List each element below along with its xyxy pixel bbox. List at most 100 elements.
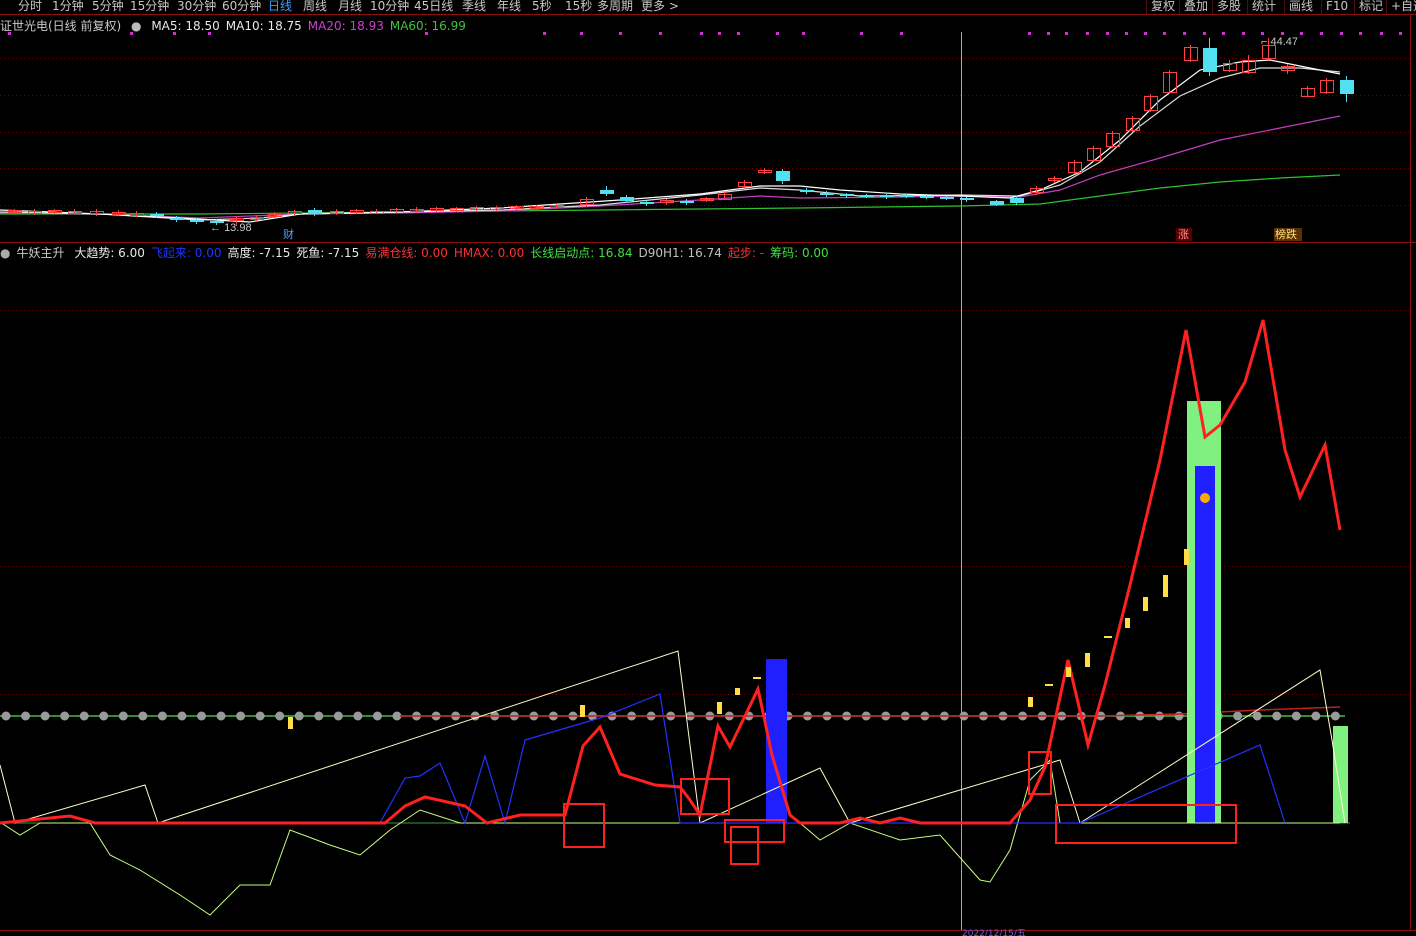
signal-mark — [1125, 618, 1130, 628]
candle-body-down — [940, 197, 954, 199]
indicator-name[interactable]: 牛妖主升 — [16, 246, 64, 260]
signal-dot — [1028, 32, 1031, 35]
toolbar-button[interactable]: 叠加 — [1184, 0, 1208, 13]
toolbar-button[interactable]: 画线 — [1289, 0, 1313, 13]
green-bar — [1333, 726, 1348, 823]
candle-body-down — [800, 190, 814, 192]
chart-canvas[interactable]: ⌐ 44.47 ← 13.98 财 涨 榜跌 2022/12/15/五 — [0, 0, 1416, 936]
period-tab[interactable]: 5分钟 — [92, 0, 124, 13]
signal-dot — [700, 32, 703, 35]
star-icon — [1200, 493, 1210, 503]
period-tab[interactable]: 多周期 — [597, 0, 633, 13]
toolbar-separator — [1212, 0, 1213, 14]
cai-marker[interactable]: 财 — [283, 227, 294, 241]
grey-dot — [138, 711, 148, 721]
period-tab[interactable]: 5秒 — [532, 0, 552, 13]
signal-dot — [737, 32, 740, 35]
candle-body-down — [680, 201, 694, 203]
signal-dash — [1104, 636, 1112, 638]
indicator-dot-icon[interactable]: ● — [0, 246, 10, 260]
toolbar-button[interactable]: 统计 — [1252, 0, 1276, 13]
period-tab[interactable]: 45日线 — [414, 0, 453, 13]
grey-dot — [1135, 711, 1145, 721]
grey-dot — [314, 711, 324, 721]
low-price-label: ← 13.98 — [210, 222, 252, 234]
period-tab[interactable]: 1分钟 — [52, 0, 84, 13]
period-tab[interactable]: 15秒 — [565, 0, 592, 13]
signal-mark — [1085, 653, 1090, 667]
period-tab[interactable]: 年线 — [497, 0, 521, 13]
candle-body-down — [600, 190, 614, 194]
signal-mark — [580, 705, 585, 717]
toolbar-button[interactable]: 标记 — [1359, 0, 1383, 13]
period-tab[interactable]: 60分钟 — [222, 0, 261, 13]
signal-dot — [860, 32, 863, 35]
signal-dot — [900, 32, 903, 35]
legend-value: MA20: 18.93 — [307, 19, 384, 33]
ma-settings-icon[interactable]: ● — [131, 19, 141, 33]
grey-dot — [236, 711, 246, 721]
signal-dot — [718, 32, 721, 35]
candle-body-down — [820, 193, 834, 195]
ma60-line — [0, 174, 1341, 215]
signal-dot — [1261, 32, 1264, 35]
candle-body-down — [960, 198, 974, 200]
signal-dot — [659, 32, 662, 35]
grey-dot — [1311, 711, 1321, 721]
period-tab[interactable]: 10分钟 — [370, 0, 409, 13]
signal-mark — [1066, 667, 1071, 677]
height-line — [0, 758, 1340, 916]
grey-dot — [177, 711, 187, 721]
period-tab[interactable]: 更多 > — [641, 0, 679, 13]
signal-dot — [1242, 32, 1245, 35]
toolbar-button[interactable]: F10 — [1326, 0, 1348, 13]
legend-value: 飞起来: 0.00 — [150, 246, 222, 260]
period-tab[interactable]: 日线 — [268, 0, 292, 13]
period-tab[interactable]: 季线 — [462, 0, 486, 13]
signal-mark — [1184, 549, 1189, 565]
candle-body-down — [900, 195, 914, 197]
signal-mark — [1028, 697, 1033, 707]
grey-dot — [333, 711, 343, 721]
grey-dot — [1154, 711, 1164, 721]
signal-dot — [543, 32, 546, 35]
toolbar-separator — [1354, 0, 1355, 14]
trend-line — [0, 650, 1346, 824]
candle-body-down — [840, 194, 854, 196]
toolbar-separator — [1179, 0, 1180, 14]
signal-dot — [776, 32, 779, 35]
signal-dot — [1203, 32, 1206, 35]
period-tab[interactable]: 分时 — [18, 0, 42, 13]
bangdie-marker[interactable]: 榜跌 — [1275, 227, 1297, 241]
signal-dot — [1300, 32, 1303, 35]
legend-value: 筹码: 0.00 — [770, 246, 829, 260]
candle-body-down — [150, 214, 164, 216]
grey-dot — [60, 711, 70, 721]
signal-dash — [1045, 684, 1053, 686]
signal-mark — [1163, 575, 1168, 597]
candle-body-down — [776, 171, 790, 181]
period-tab[interactable]: 月线 — [338, 0, 362, 13]
stock-title[interactable]: 证世光电(日线 前复权) — [0, 19, 121, 33]
signal-dot — [1320, 32, 1323, 35]
candle-body-down — [170, 218, 184, 220]
toolbar-button[interactable]: +自选 — [1391, 0, 1416, 13]
period-tab[interactable]: 15分钟 — [130, 0, 169, 13]
grey-dot — [118, 711, 128, 721]
period-tab[interactable]: 周线 — [303, 0, 327, 13]
signal-dot — [1222, 32, 1225, 35]
grey-dot — [216, 711, 226, 721]
zhang-marker[interactable]: 涨 — [1178, 228, 1189, 241]
period-tab[interactable]: 30分钟 — [177, 0, 216, 13]
legend-value: 起步: - — [727, 246, 765, 260]
grey-dot — [275, 711, 285, 721]
signal-mark — [1143, 597, 1148, 611]
grey-dot — [255, 711, 265, 721]
toolbar-button[interactable]: 复权 — [1151, 0, 1175, 13]
candle-body-down — [880, 195, 894, 197]
toolbar-button[interactable]: 多股 — [1217, 0, 1241, 13]
period-toolbar: 分时 1分钟 5分钟 15分钟 30分钟 60分钟 日线 周线 月线 10分钟 45日线 季线 年线 5秒… — [0, 0, 1416, 14]
signal-mark — [288, 717, 293, 729]
candle-body-down — [640, 202, 654, 204]
ma10-line — [0, 67, 1341, 221]
